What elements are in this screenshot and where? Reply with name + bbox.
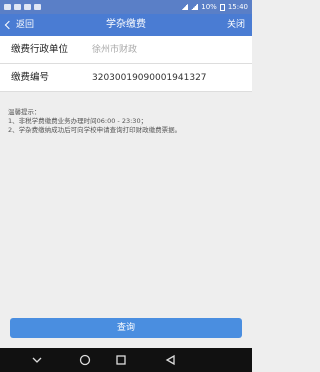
payment-number-row[interactable]: 缴费编号 32030019090001941327 bbox=[0, 64, 252, 92]
admin-unit-field[interactable]: 徐州市财政 bbox=[92, 36, 137, 64]
status-time: 15:40 bbox=[227, 3, 248, 11]
payment-number-label: 缴费编号 bbox=[11, 72, 50, 83]
tips-block: 温馨提示： 1、非税学费缴费业务办理时间06:00 - 23:30； 2、学杂费… bbox=[8, 108, 248, 135]
system-nav-bar bbox=[0, 348, 252, 372]
chevron-down-icon bbox=[32, 357, 42, 363]
recents-button[interactable] bbox=[106, 348, 136, 372]
chevron-left-icon bbox=[4, 20, 14, 30]
payment-number-field[interactable]: 32030019090001941327 bbox=[92, 64, 207, 92]
battery-percent: 10% bbox=[201, 3, 217, 11]
back-triangle-icon bbox=[165, 354, 175, 366]
back-button[interactable]: 返回 bbox=[4, 14, 35, 36]
page-title: 学杂缴费 bbox=[106, 19, 146, 30]
admin-unit-label: 缴费行政单位 bbox=[11, 44, 69, 55]
tips-line: 1、非税学费缴费业务办理时间06:00 - 23:30； bbox=[8, 117, 148, 125]
status-bar: 10% 15:40 bbox=[0, 0, 252, 14]
notification-icon bbox=[34, 4, 41, 10]
signal-icon bbox=[191, 4, 199, 10]
home-button[interactable] bbox=[70, 348, 100, 372]
query-button[interactable]: 查询 bbox=[10, 318, 242, 338]
notification-icon bbox=[24, 4, 31, 10]
battery-icon bbox=[219, 3, 225, 11]
notification-icon bbox=[4, 4, 11, 10]
wifi-icon bbox=[181, 4, 189, 10]
tips-line: 2、学杂费缴纳成功后可向学校申请查询打印财政缴费票据。 bbox=[8, 126, 182, 134]
top-nav-bar: 返回 学杂缴费 关闭 bbox=[0, 14, 252, 36]
notification-icon bbox=[14, 4, 21, 10]
close-button[interactable]: 关闭 bbox=[227, 14, 245, 36]
tips-title: 温馨提示： bbox=[8, 108, 41, 116]
home-circle-icon bbox=[79, 354, 91, 366]
payment-form: 缴费行政单位 徐州市财政 缴费编号 32030019090001941327 bbox=[0, 36, 252, 92]
admin-unit-row[interactable]: 缴费行政单位 徐州市财政 bbox=[0, 36, 252, 64]
hide-keyboard-button[interactable] bbox=[22, 348, 52, 372]
back-label: 返回 bbox=[16, 20, 35, 30]
recents-square-icon bbox=[116, 355, 126, 365]
back-nav-button[interactable] bbox=[156, 348, 186, 372]
